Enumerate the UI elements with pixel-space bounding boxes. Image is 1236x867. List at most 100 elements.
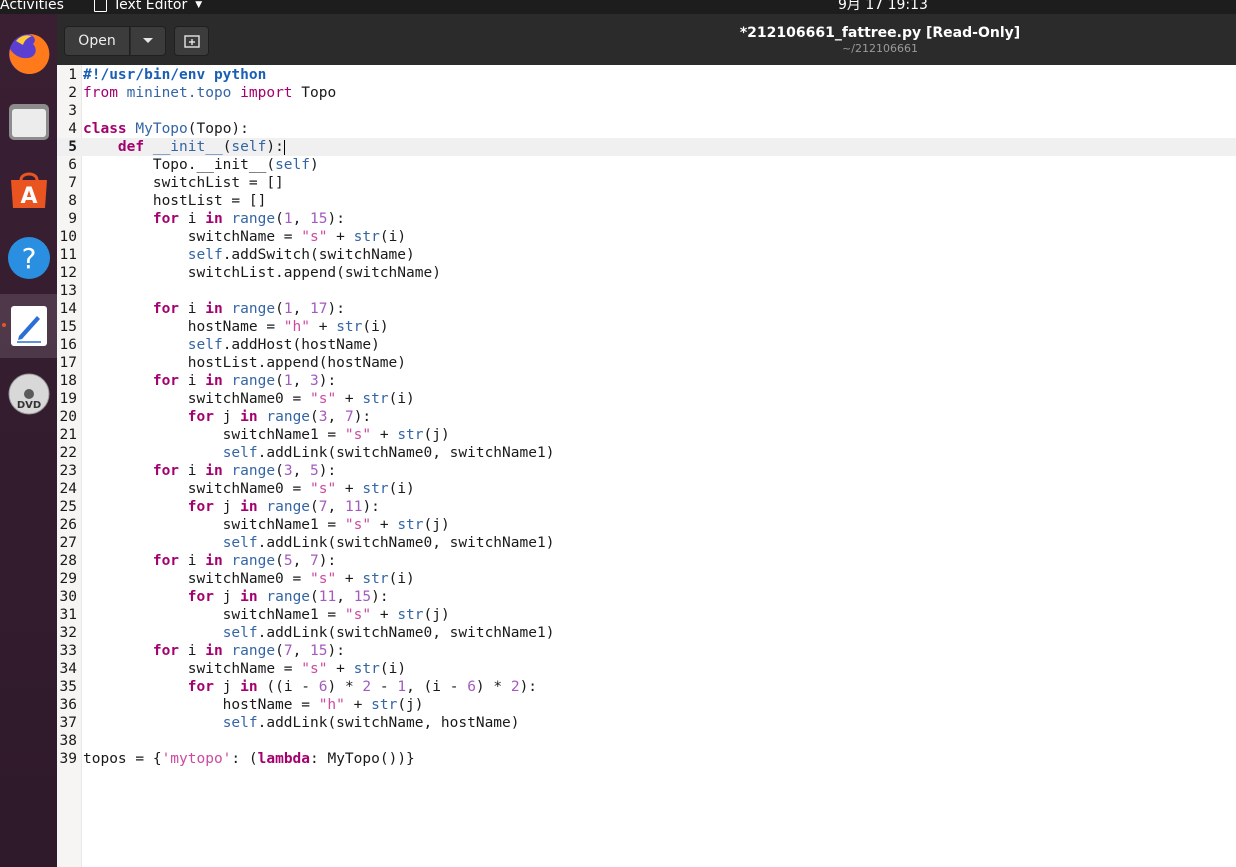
code-line[interactable]: 16 self.addHost(hostName) bbox=[57, 336, 1236, 354]
code-line[interactable]: 22 self.addLink(switchName0, switchName1… bbox=[57, 444, 1236, 462]
code-token: j bbox=[213, 679, 241, 695]
code-text[interactable]: hostName = "h" + str(j) bbox=[83, 696, 424, 714]
code-text[interactable]: for j in range(3, 7): bbox=[83, 408, 371, 426]
code-line[interactable]: 11 self.addSwitch(switchName) bbox=[57, 246, 1236, 264]
code-line[interactable]: 15 hostName = "h" + str(i) bbox=[57, 318, 1236, 336]
code-text[interactable]: for i in range(1, 3): bbox=[83, 372, 336, 390]
code-line[interactable]: 9 for i in range(1, 15): bbox=[57, 210, 1236, 228]
code-line[interactable]: 32 self.addLink(switchName0, switchName1… bbox=[57, 624, 1236, 642]
code-line[interactable]: 13 bbox=[57, 282, 1236, 300]
code-text[interactable]: hostName = "h" + str(i) bbox=[83, 318, 389, 336]
code-token: ( bbox=[275, 301, 284, 317]
code-line[interactable]: 38 bbox=[57, 732, 1236, 750]
code-line[interactable]: 35 for j in ((i - 6) * 2 - 1, (i - 6) * … bbox=[57, 678, 1236, 696]
code-line[interactable]: 34 switchName = "s" + str(i) bbox=[57, 660, 1236, 678]
code-line[interactable]: 30 for j in range(11, 15): bbox=[57, 588, 1236, 606]
dock-item-help[interactable]: ? bbox=[0, 226, 57, 290]
code-line[interactable]: 28 for i in range(5, 7): bbox=[57, 552, 1236, 570]
code-text[interactable]: #!/usr/bin/env python bbox=[83, 66, 266, 84]
code-text[interactable]: hostList = [] bbox=[83, 192, 267, 210]
clock[interactable]: 9月 17 19:13 bbox=[838, 0, 928, 13]
code-line[interactable]: 5 def __init__(self): bbox=[57, 138, 1236, 156]
code-token: : MyTopo())} bbox=[310, 751, 415, 767]
code-text[interactable]: hostList.append(hostName) bbox=[83, 354, 406, 372]
dock-item-software[interactable]: A bbox=[0, 158, 57, 222]
code-line[interactable]: 6 Topo.__init__(self) bbox=[57, 156, 1236, 174]
app-menu[interactable]: Text Editor ▼ bbox=[94, 0, 202, 13]
code-line[interactable]: 31 switchName1 = "s" + str(j) bbox=[57, 606, 1236, 624]
code-text[interactable]: for j in range(11, 15): bbox=[83, 588, 389, 606]
code-text[interactable]: self.addLink(switchName0, switchName1) bbox=[83, 444, 555, 462]
code-text[interactable]: self.addLink(switchName0, switchName1) bbox=[83, 624, 555, 642]
line-number: 29 bbox=[59, 571, 77, 587]
code-text[interactable]: switchName0 = "s" + str(i) bbox=[83, 570, 415, 588]
code-token: self bbox=[187, 247, 223, 263]
code-line[interactable]: 26 switchName1 = "s" + str(j) bbox=[57, 516, 1236, 534]
code-line[interactable]: 25 for j in range(7, 11): bbox=[57, 498, 1236, 516]
dock-item-firefox[interactable] bbox=[0, 22, 57, 86]
code-text[interactable]: for i in range(7, 15): bbox=[83, 642, 345, 660]
line-number: 10 bbox=[59, 229, 77, 245]
code-token: ( bbox=[310, 589, 319, 605]
code-text[interactable]: class MyTopo(Topo): bbox=[83, 120, 249, 138]
code-line[interactable]: 8 hostList = [] bbox=[57, 192, 1236, 210]
code-text[interactable]: switchName = "s" + str(i) bbox=[83, 228, 406, 246]
code-line[interactable]: 14 for i in range(1, 17): bbox=[57, 300, 1236, 318]
code-text[interactable]: for i in range(1, 17): bbox=[83, 300, 345, 318]
code-line[interactable]: 21 switchName1 = "s" + str(j) bbox=[57, 426, 1236, 444]
dock-item-files[interactable] bbox=[0, 90, 57, 154]
code-text[interactable]: self.addLink(switchName0, switchName1) bbox=[83, 534, 555, 552]
line-number: 14 bbox=[59, 301, 77, 317]
code-text[interactable]: self.addSwitch(switchName) bbox=[83, 246, 415, 264]
code-text[interactable]: self.addHost(hostName) bbox=[83, 336, 380, 354]
code-text[interactable]: for j in ((i - 6) * 2 - 1, (i - 6) * 2): bbox=[83, 678, 537, 696]
dock-item-dvd[interactable]: DVD bbox=[0, 362, 57, 426]
code-text[interactable]: self.addLink(switchName, hostName) bbox=[83, 714, 520, 732]
code-text[interactable]: def __init__(self): bbox=[83, 138, 285, 156]
line-number: 16 bbox=[59, 337, 77, 353]
code-text[interactable]: switchName = "s" + str(i) bbox=[83, 660, 406, 678]
dock-item-text-editor[interactable] bbox=[0, 294, 57, 358]
code-text[interactable]: switchList.append(switchName) bbox=[83, 264, 441, 282]
code-line[interactable]: 36 hostName = "h" + str(j) bbox=[57, 696, 1236, 714]
code-line[interactable]: 18 for i in range(1, 3): bbox=[57, 372, 1236, 390]
code-line[interactable]: 3 bbox=[57, 102, 1236, 120]
code-line[interactable]: 7 switchList = [] bbox=[57, 174, 1236, 192]
code-token: in bbox=[240, 589, 258, 605]
code-text[interactable]: Topo.__init__(self) bbox=[83, 156, 319, 174]
code-line[interactable]: 37 self.addLink(switchName, hostName) bbox=[57, 714, 1236, 732]
code-line[interactable]: 20 for j in range(3, 7): bbox=[57, 408, 1236, 426]
code-text[interactable]: switchName0 = "s" + str(i) bbox=[83, 480, 415, 498]
code-text[interactable]: switchName1 = "s" + str(j) bbox=[83, 426, 450, 444]
code-text[interactable]: switchName1 = "s" + str(j) bbox=[83, 516, 450, 534]
code-text[interactable]: for i in range(1, 15): bbox=[83, 210, 345, 228]
code-line[interactable]: 2 from mininet.topo import Topo bbox=[57, 84, 1236, 102]
code-text[interactable]: switchName0 = "s" + str(i) bbox=[83, 390, 415, 408]
code-line[interactable]: 1 #!/usr/bin/env python bbox=[57, 66, 1236, 84]
code-editor[interactable]: 1 #!/usr/bin/env python 2 from mininet.topo… bbox=[57, 65, 1236, 867]
code-line[interactable]: 10 switchName = "s" + str(i) bbox=[57, 228, 1236, 246]
code-line[interactable]: 39 topos = {'mytopo': (lambda: MyTopo())} bbox=[57, 750, 1236, 768]
code-line[interactable]: 27 self.addLink(switchName0, switchName1… bbox=[57, 534, 1236, 552]
code-text[interactable]: for i in range(3, 5): bbox=[83, 462, 336, 480]
code-line[interactable]: 23 for i in range(3, 5): bbox=[57, 462, 1236, 480]
code-line[interactable]: 19 switchName0 = "s" + str(i) bbox=[57, 390, 1236, 408]
code-lines[interactable]: 1 #!/usr/bin/env python 2 from mininet.topo… bbox=[57, 66, 1236, 768]
code-line[interactable]: 33 for i in range(7, 15): bbox=[57, 642, 1236, 660]
code-line[interactable]: 29 switchName0 = "s" + str(i) bbox=[57, 570, 1236, 588]
code-line[interactable]: 12 switchList.append(switchName) bbox=[57, 264, 1236, 282]
code-text[interactable]: switchList = [] bbox=[83, 174, 284, 192]
code-text[interactable]: switchName1 = "s" + str(j) bbox=[83, 606, 450, 624]
code-line[interactable]: 4 class MyTopo(Topo): bbox=[57, 120, 1236, 138]
code-text[interactable]: for i in range(5, 7): bbox=[83, 552, 336, 570]
code-token: i bbox=[179, 643, 206, 659]
code-text[interactable]: topos = {'mytopo': (lambda: MyTopo())} bbox=[83, 750, 415, 768]
activities-button[interactable]: Activities bbox=[0, 0, 64, 13]
code-token: "h" bbox=[318, 697, 345, 713]
code-line[interactable]: 17 hostList.append(hostName) bbox=[57, 354, 1236, 372]
code-text[interactable]: from mininet.topo import Topo bbox=[83, 84, 336, 102]
line-number: 22 bbox=[59, 445, 77, 461]
line-number: 4 bbox=[68, 121, 77, 137]
code-text[interactable]: for j in range(7, 11): bbox=[83, 498, 380, 516]
code-line[interactable]: 24 switchName0 = "s" + str(i) bbox=[57, 480, 1236, 498]
